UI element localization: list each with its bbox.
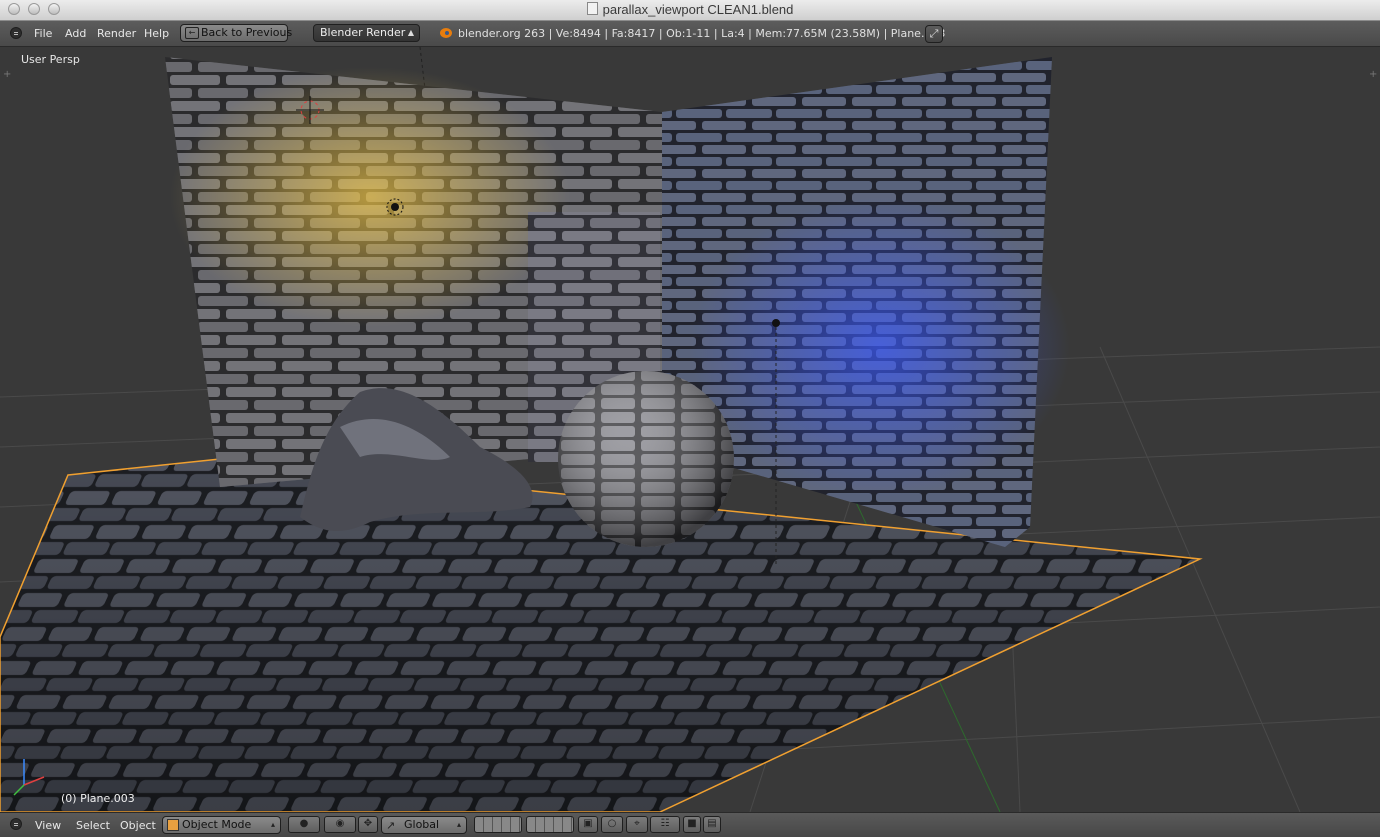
document-icon: [586, 2, 598, 15]
3d-viewport[interactable]: User Persp (0) Plane.003 + +: [0, 47, 1380, 812]
layer-lock-icon[interactable]: ▣: [578, 816, 598, 833]
menu-add[interactable]: Add: [65, 27, 86, 40]
render-camera-icon[interactable]: ■: [683, 816, 701, 833]
pivot-icon[interactable]: ◉: [324, 816, 356, 833]
menu-file[interactable]: File: [34, 27, 52, 40]
view3d-header: View Select Object Object Mode ▴ ● ◉ ✥ ↗…: [0, 812, 1380, 837]
snap-element-icon[interactable]: ☷: [650, 816, 680, 833]
viewport-scene: [0, 47, 1380, 812]
window-title: parallax_viewport CLEAN1.blend: [602, 2, 794, 17]
active-object-label: (0) Plane.003: [61, 792, 135, 805]
cube-mode-icon: [167, 819, 179, 831]
fullscreen-icon[interactable]: ⤢: [925, 25, 943, 43]
menu-select[interactable]: Select: [76, 819, 110, 832]
snap-icon[interactable]: ⌖: [626, 816, 648, 833]
transform-orientation-icon: ↗: [386, 819, 396, 832]
render-animation-icon[interactable]: ▤: [703, 816, 721, 833]
properties-toggle-icon[interactable]: +: [1369, 69, 1377, 80]
menu-view[interactable]: View: [35, 819, 61, 832]
layers-icon[interactable]: [474, 816, 522, 833]
window-title-bar: parallax_viewport CLEAN1.blend: [0, 0, 1380, 21]
back-to-previous-label: Back to Previous: [201, 26, 293, 39]
mode-select[interactable]: Object Mode ▴: [162, 816, 281, 834]
render-engine-select[interactable]: Blender Render ▲: [313, 24, 420, 42]
orientation-label: Global: [404, 818, 440, 831]
menu-render[interactable]: Render: [97, 27, 136, 40]
scene-stats: blender.org 263 | Ve:8494 | Fa:8417 | Ob…: [440, 27, 945, 40]
orientation-select[interactable]: ↗ Global ▴: [381, 816, 467, 834]
menu-toggle-icon[interactable]: [10, 27, 22, 39]
editor-type-icon[interactable]: [10, 818, 22, 830]
blender-logo-icon: [440, 28, 452, 38]
manipulator-icon[interactable]: ✥: [358, 816, 378, 833]
proportional-edit-icon[interactable]: ○: [601, 816, 623, 833]
mode-label: Object Mode: [182, 818, 252, 831]
toolshelf-toggle-icon[interactable]: +: [3, 69, 11, 80]
view-label: User Persp: [21, 53, 80, 66]
mode-arrow-icon: ▴: [270, 820, 275, 829]
info-header: File Add Render Help ← Back to Previous …: [0, 21, 1380, 47]
render-engine-label: Blender Render: [320, 26, 406, 39]
window-title-row: parallax_viewport CLEAN1.blend: [0, 2, 1380, 17]
shading-sphere-icon[interactable]: ●: [288, 816, 320, 833]
scene-stats-text: blender.org 263 | Ve:8494 | Fa:8417 | Ob…: [458, 27, 946, 40]
updown-arrow-icon: ▲: [407, 28, 414, 37]
menu-help[interactable]: Help: [144, 27, 169, 40]
back-arrow-icon: ←: [185, 27, 199, 39]
stone-sphere[interactable]: [558, 371, 734, 547]
layers-icon-2[interactable]: [526, 816, 574, 833]
orientation-arrow-icon: ▴: [456, 820, 461, 829]
menu-object[interactable]: Object: [120, 819, 156, 832]
back-to-previous-button[interactable]: ← Back to Previous: [180, 24, 292, 42]
